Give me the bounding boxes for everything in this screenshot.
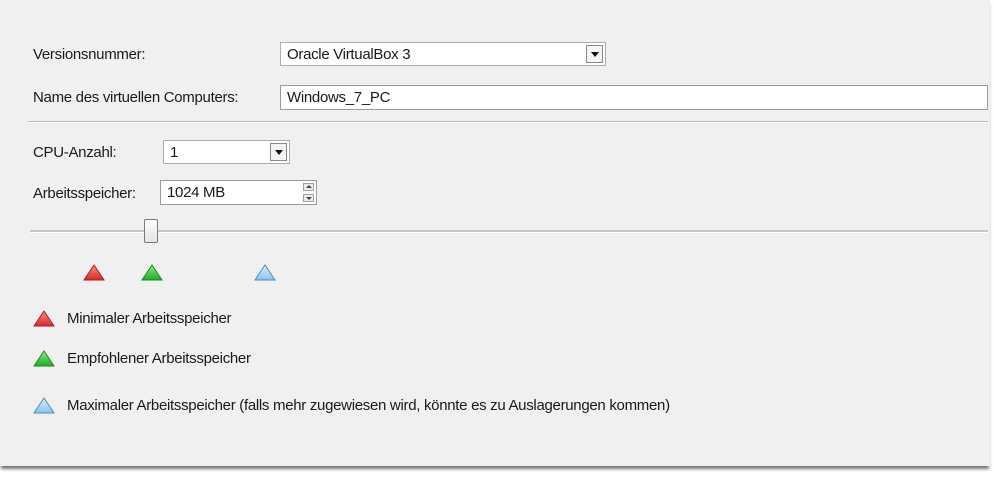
memory-spin-buttons (303, 183, 314, 202)
settings-panel: Versionsnummer: Oracle VirtualBox 3 Name… (0, 0, 990, 466)
cpu-count-label: CPU-Anzahl: (33, 144, 117, 161)
legend-recommended-memory: Empfohlener Arbeitsspeicher (67, 350, 251, 367)
legend-max-memory: Maximaler Arbeitsspeicher (falls mehr zu… (67, 397, 670, 414)
memory-spinner[interactable]: 1024 MB (160, 180, 317, 205)
memory-slider-track[interactable] (30, 230, 988, 233)
red-triangle-icon (33, 310, 55, 327)
vm-name-field[interactable]: Windows_7_PC (280, 85, 988, 110)
red-triangle-icon (83, 264, 105, 281)
green-triangle-icon (141, 264, 163, 281)
memory-slider-thumb[interactable] (144, 219, 158, 243)
version-value: Oracle VirtualBox 3 (287, 46, 411, 63)
version-label: Versionsnummer: (33, 46, 146, 63)
vm-name-label: Name des virtuellen Computers: (33, 89, 239, 106)
legend-min-memory: Minimaler Arbeitsspeicher (67, 310, 232, 327)
chevron-down-icon[interactable] (586, 45, 603, 63)
memory-value: 1024 MB (167, 184, 225, 201)
cpu-count-dropdown[interactable]: 1 (163, 140, 290, 164)
blue-triangle-icon (254, 264, 276, 281)
spin-down-icon[interactable] (303, 194, 314, 202)
separator (28, 121, 988, 123)
version-dropdown[interactable]: Oracle VirtualBox 3 (280, 42, 606, 66)
green-triangle-icon (33, 350, 55, 367)
chevron-down-icon[interactable] (270, 143, 287, 161)
cpu-count-value: 1 (170, 144, 179, 161)
vm-name-value: Windows_7_PC (287, 89, 391, 106)
blue-triangle-icon (33, 397, 55, 414)
memory-label: Arbeitsspeicher: (33, 185, 136, 202)
spin-up-icon[interactable] (303, 183, 314, 191)
